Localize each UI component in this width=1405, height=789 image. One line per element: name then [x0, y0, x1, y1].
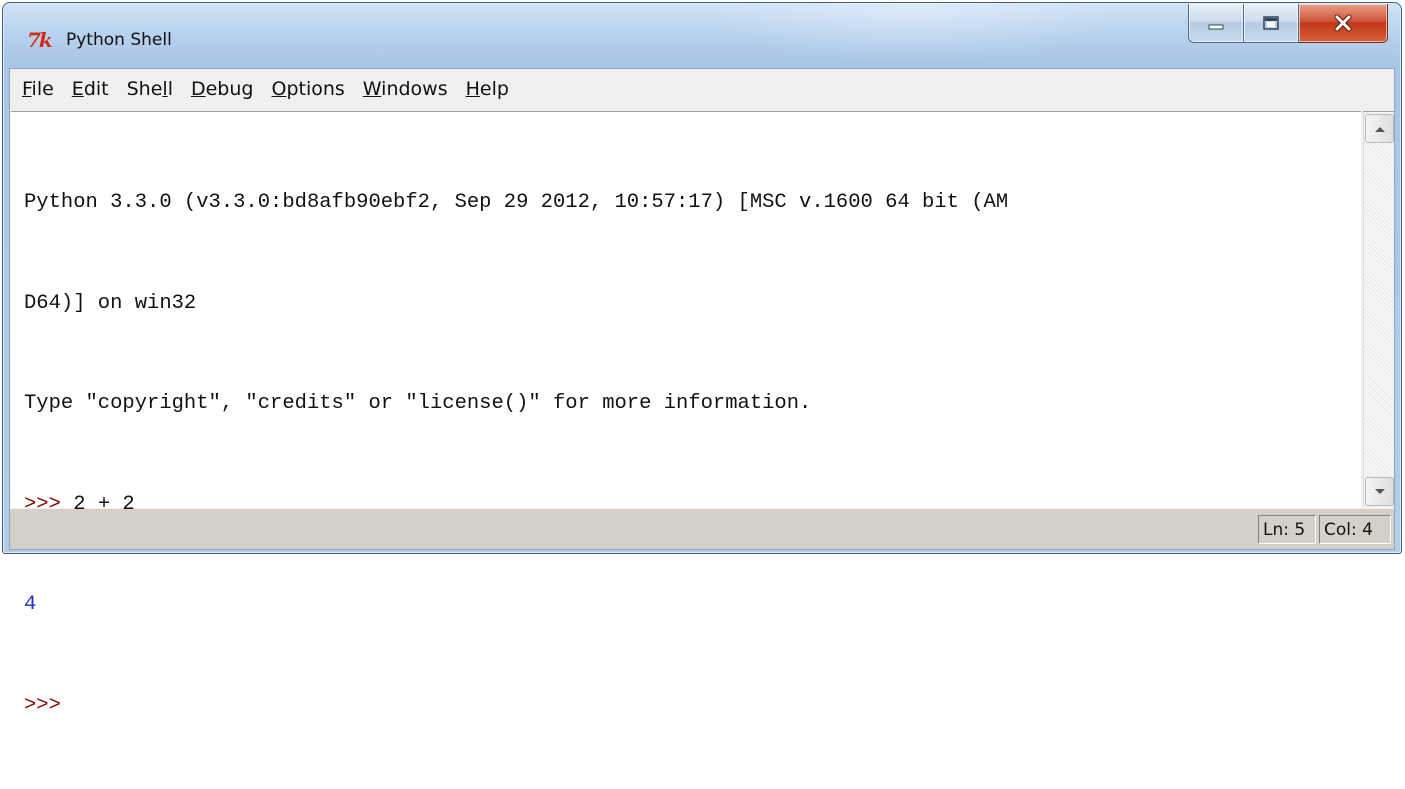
window-title: Python Shell	[66, 30, 172, 50]
menu-help[interactable]: Help	[457, 69, 518, 109]
shell-text-area[interactable]: Python 3.3.0 (v3.3.0:bd8afb90ebf2, Sep 2…	[11, 111, 1361, 717]
title-bar[interactable]: 7k Python Shell	[3, 3, 1401, 63]
menu-windows[interactable]: Windows	[354, 69, 457, 109]
tk-icon[interactable]: 7k	[27, 30, 61, 50]
line-number-status: Ln: 5	[1258, 515, 1316, 544]
menu-debug[interactable]: Debug	[182, 69, 263, 109]
shell-line: D64)] on win32	[24, 287, 1361, 321]
menu-edit[interactable]: Edit	[63, 69, 118, 109]
caption-buttons	[1188, 4, 1388, 43]
minimize-button[interactable]	[1188, 4, 1244, 43]
banner-text: Python 3.3.0 (v3.3.0:bd8afb90ebf2, Sep 2…	[24, 191, 1009, 214]
menu-accel: D	[190, 78, 206, 100]
menu-file[interactable]: File	[10, 69, 63, 109]
menu-accel: O	[271, 78, 287, 100]
scroll-down-icon	[1374, 488, 1385, 494]
close-icon	[1334, 14, 1352, 32]
menu-accel: F	[22, 78, 32, 100]
scroll-down-button[interactable]	[1365, 477, 1394, 506]
shell-line: Python 3.3.0 (v3.3.0:bd8afb90ebf2, Sep 2…	[24, 186, 1361, 220]
column-number-status: Col: 4	[1319, 515, 1391, 544]
vertical-scrollbar[interactable]	[1363, 111, 1394, 508]
menu-label: dit	[83, 78, 109, 100]
scroll-up-icon	[1374, 126, 1385, 132]
menu-label: ile	[31, 78, 54, 100]
close-button[interactable]	[1299, 4, 1388, 43]
menu-label: indows	[381, 78, 448, 100]
menu-label: ptions	[286, 78, 345, 100]
banner-text: D64)] on win32	[24, 291, 197, 315]
maximize-icon	[1263, 16, 1279, 30]
status-bar: Ln: 5 Col: 4	[10, 509, 1394, 549]
menu-shell[interactable]: Shell	[118, 69, 182, 109]
menu-label: She	[126, 78, 163, 100]
output-text: 4	[24, 593, 37, 616]
menu-accel: W	[362, 78, 382, 100]
shell-line: 4	[24, 588, 1361, 622]
menu-accel: H	[465, 78, 480, 100]
client-area: File Edit Shell Debug Options Windows He…	[9, 68, 1395, 717]
menu-options[interactable]: Options	[262, 69, 353, 109]
banner-text: Type "copyright", "credits" or "license(…	[24, 392, 812, 415]
scroll-up-button[interactable]	[1365, 114, 1394, 143]
menu-label: l	[167, 78, 173, 100]
minimize-icon	[1208, 24, 1224, 30]
maximize-button[interactable]	[1244, 4, 1299, 43]
shell-output: Python 3.3.0 (v3.3.0:bd8afb90ebf2, Sep 2…	[24, 119, 1361, 789]
python-shell-window: 7k Python Shell File Edit Shell Debug Op…	[2, 2, 1402, 717]
menu-accel: E	[71, 78, 84, 100]
menu-label: ebug	[205, 78, 254, 100]
shell-line: >>>	[24, 689, 1361, 723]
menu-bar: File Edit Shell Debug Options Windows He…	[10, 69, 1394, 109]
menu-label: elp	[479, 78, 509, 100]
shell-line: Type "copyright", "credits" or "license(…	[24, 387, 1361, 421]
shell-prompt: >>>	[24, 693, 74, 717]
